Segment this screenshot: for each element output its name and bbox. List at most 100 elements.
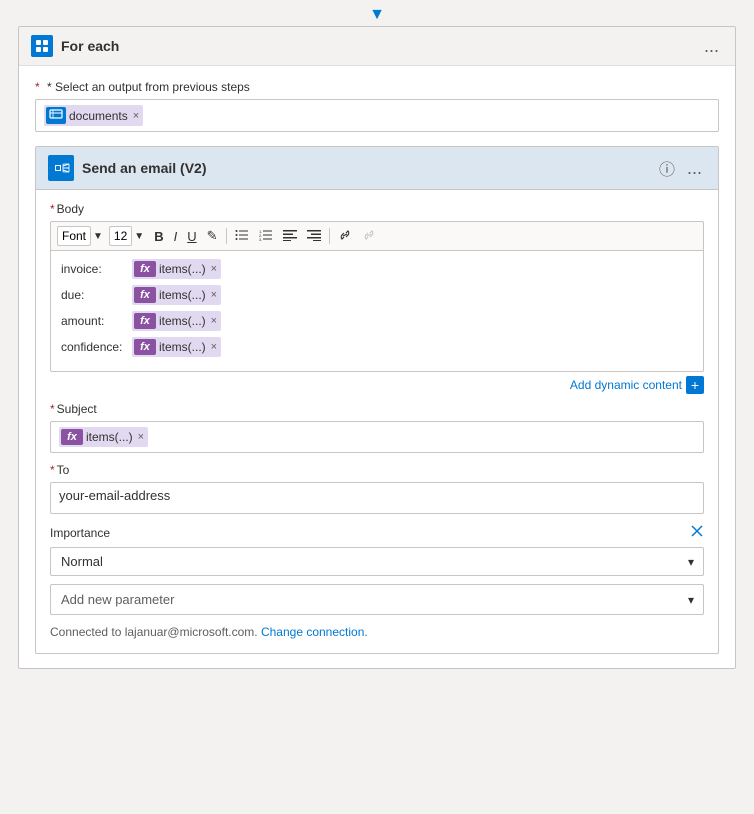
info-button[interactable]: ⓘ — [659, 156, 675, 180]
invoice-tag: fx items(...) × — [132, 259, 221, 279]
italic-button[interactable]: I — [170, 227, 182, 246]
outlook-icon — [48, 155, 74, 181]
down-arrow-icon: ▼ — [369, 6, 385, 24]
for-each-container: For each ... * * Select an output from p… — [18, 26, 736, 669]
add-dynamic-content-row: Add dynamic content + — [50, 372, 704, 396]
numbered-list-button[interactable]: 1. 2. 3. — [255, 227, 277, 246]
send-email-container: Send an email (V2) ⓘ ... * Body Font — [35, 146, 719, 654]
send-email-ellipsis-button[interactable]: ... — [683, 158, 706, 179]
documents-tag-label: documents — [69, 109, 128, 123]
send-email-header-left: Send an email (V2) — [48, 155, 206, 181]
to-input[interactable]: your-email-address — [50, 482, 704, 514]
due-tag: fx items(...) × — [132, 285, 221, 305]
font-name-display[interactable]: Font — [57, 226, 91, 246]
body-section-label: * Body — [50, 202, 704, 216]
importance-label: Importance — [50, 526, 110, 540]
underline-button[interactable]: U — [183, 227, 200, 246]
numbered-list-icon: 1. 2. 3. — [259, 229, 273, 244]
unlink-svg — [362, 229, 376, 241]
documents-tag-fx — [46, 107, 66, 124]
change-connection-link[interactable]: Change connection. — [261, 625, 368, 639]
subject-tag-close[interactable]: × — [138, 431, 144, 443]
connected-to-text: Connected to lajanuar@microsoft.com. — [50, 625, 258, 639]
for-each-ellipsis-button[interactable]: ... — [700, 36, 723, 57]
invoice-fx-badge: fx — [134, 261, 156, 277]
importance-row: Importance — [50, 524, 704, 541]
align-right-svg — [307, 229, 321, 241]
due-tag-close[interactable]: × — [211, 289, 217, 301]
align-right-icon — [307, 229, 321, 244]
amount-fx-badge: fx — [134, 313, 156, 329]
for-each-title: For each — [61, 38, 119, 54]
required-star: * — [35, 80, 40, 94]
add-dynamic-content-button[interactable]: Add dynamic content + — [570, 376, 704, 394]
italic-icon: I — [174, 229, 178, 244]
unlink-button[interactable] — [358, 227, 380, 246]
for-each-icon — [31, 35, 53, 57]
due-tag-text: items(...) — [159, 288, 206, 302]
invoice-tag-text: items(...) — [159, 262, 206, 276]
align-left-button[interactable] — [279, 227, 301, 246]
for-each-body: * * Select an output from previous steps… — [19, 66, 735, 668]
align-right-button[interactable] — [303, 227, 325, 246]
bold-icon: B — [154, 229, 163, 244]
amount-tag-close[interactable]: × — [211, 315, 217, 327]
confidence-tag-text: items(...) — [159, 340, 206, 354]
select-output-input[interactable]: documents × — [35, 99, 719, 132]
toolbar-separator-1 — [226, 228, 227, 244]
confidence-label: confidence: — [61, 340, 126, 354]
bullet-list-icon — [235, 229, 249, 244]
send-email-header-right: ⓘ ... — [659, 156, 706, 180]
due-fx-badge: fx — [134, 287, 156, 303]
send-email-header: Send an email (V2) ⓘ ... — [36, 147, 718, 190]
importance-select-wrapper: Normal Low High ▾ — [50, 547, 704, 576]
toolbar: Font ▼ 12 ▼ B I U ✎ — [50, 221, 704, 250]
confidence-fx-badge: fx — [134, 339, 156, 355]
amount-tag: fx items(...) × — [132, 311, 221, 331]
for-each-icon-svg — [35, 39, 49, 53]
outlook-icon-svg — [52, 159, 70, 177]
documents-icon — [49, 108, 63, 120]
importance-x-icon — [690, 524, 704, 538]
pen-button[interactable]: ✎ — [203, 226, 222, 246]
amount-tag-text: items(...) — [159, 314, 206, 328]
body-row-amount: amount: fx items(...) × — [61, 311, 693, 331]
font-size-display[interactable]: 12 — [109, 226, 132, 246]
underline-icon: U — [187, 229, 196, 244]
importance-close-button[interactable] — [690, 524, 704, 541]
confidence-tag-close[interactable]: × — [211, 341, 217, 353]
for-each-header: For each ... — [19, 27, 735, 66]
documents-tag-close[interactable]: × — [133, 110, 139, 122]
top-arrow: ▼ — [0, 0, 754, 26]
invoice-tag-close[interactable]: × — [211, 263, 217, 275]
font-size-dropdown-arrow[interactable]: ▼ — [134, 231, 144, 242]
add-param-wrapper: Add new parameter ▾ — [50, 584, 704, 615]
align-left-icon — [283, 229, 297, 244]
subject-required-star: * — [50, 402, 55, 416]
subject-input[interactable]: fx items(...) × — [50, 421, 704, 453]
send-email-title: Send an email (V2) — [82, 160, 206, 176]
body-row-invoice: invoice: fx items(...) × — [61, 259, 693, 279]
unlink-icon — [362, 229, 376, 244]
to-required-star: * — [50, 463, 55, 477]
svg-text:3.: 3. — [259, 237, 262, 241]
subject-label-text: Subject — [57, 402, 97, 416]
link-icon — [338, 229, 352, 244]
font-dropdown-arrow[interactable]: ▼ — [93, 231, 103, 242]
add-dynamic-content-label: Add dynamic content — [570, 378, 682, 392]
link-button[interactable] — [334, 227, 356, 246]
rich-text-area[interactable]: invoice: fx items(...) × due: fx items(.… — [50, 250, 704, 372]
importance-select[interactable]: Normal Low High — [50, 547, 704, 576]
for-each-header-left: For each — [31, 35, 119, 57]
to-label-text: To — [57, 463, 70, 477]
body-required-star: * — [50, 202, 55, 216]
bullet-list-svg — [235, 229, 249, 241]
confidence-tag: fx items(...) × — [132, 337, 221, 357]
numbered-list-svg: 1. 2. 3. — [259, 229, 273, 241]
add-dynamic-plus-icon: + — [686, 376, 704, 394]
body-row-due: due: fx items(...) × — [61, 285, 693, 305]
add-param-select[interactable]: Add new parameter — [50, 584, 704, 615]
invoice-label: invoice: — [61, 262, 126, 276]
bullet-list-button[interactable] — [231, 227, 253, 246]
bold-button[interactable]: B — [150, 227, 167, 246]
